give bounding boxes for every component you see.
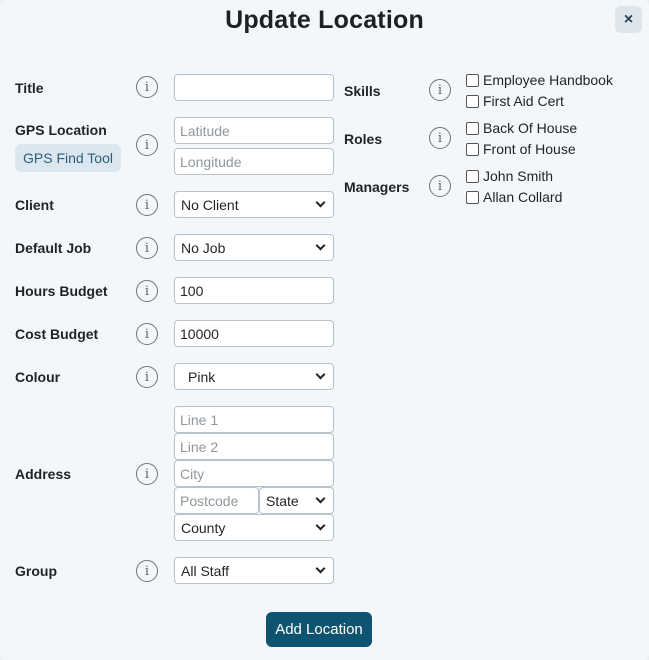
address-postcode-input[interactable] — [174, 487, 259, 514]
gps-find-tool-button[interactable]: GPS Find Tool — [15, 144, 121, 172]
address-county-select-value: County — [181, 519, 226, 536]
colour-select[interactable]: Pink — [174, 363, 334, 390]
address-label: Address — [15, 466, 72, 482]
hours-budget-label: Hours Budget — [15, 283, 108, 299]
role-option-label: Back Of House — [483, 120, 578, 136]
colour-info-icon[interactable]: i — [136, 366, 158, 388]
group-select[interactable]: All Staff — [174, 557, 334, 584]
skill-option-label: Employee Handbook — [483, 72, 613, 88]
managers-info-icon[interactable]: i — [429, 175, 451, 197]
address-line2-input[interactable] — [174, 433, 334, 460]
skills-info-icon[interactable]: i — [429, 79, 451, 101]
hours-budget-info-icon[interactable]: i — [136, 280, 158, 302]
group-info-icon[interactable]: i — [136, 560, 158, 582]
client-select[interactable]: No Client — [174, 191, 334, 218]
managers-label: Managers — [344, 179, 410, 195]
manager-option-label: John Smith — [483, 168, 554, 184]
modal-title: Update Location — [225, 6, 424, 34]
skills-label: Skills — [344, 83, 381, 99]
close-icon: × — [623, 10, 634, 28]
colour-label: Colour — [15, 369, 61, 385]
role-option[interactable]: Front of House — [466, 141, 576, 157]
chevron-down-icon — [315, 563, 326, 574]
gps-location-label: GPS Location — [15, 122, 107, 138]
chevron-down-icon — [315, 197, 326, 208]
client-select-value: No Client — [181, 196, 239, 213]
checkbox[interactable] — [466, 121, 479, 135]
address-state-select[interactable]: State — [259, 487, 334, 514]
default-job-select-value: No Job — [181, 239, 226, 256]
skill-option[interactable]: Employee Handbook — [466, 72, 613, 88]
hours-budget-input[interactable] — [174, 277, 334, 304]
cost-budget-input[interactable] — [174, 320, 334, 347]
chevron-down-icon — [315, 493, 326, 504]
update-location-modal: Update Location × Title i GPS Location G… — [0, 0, 649, 660]
skill-option-label: First Aid Cert — [483, 93, 564, 109]
title-info-icon[interactable]: i — [136, 76, 158, 98]
skill-option[interactable]: First Aid Cert — [466, 93, 564, 109]
cost-budget-label: Cost Budget — [15, 326, 99, 342]
gps-info-icon[interactable]: i — [136, 134, 158, 156]
add-location-button[interactable]: Add Location — [266, 612, 372, 647]
client-label: Client — [15, 197, 54, 213]
role-option-label: Front of House — [483, 141, 576, 157]
group-select-value: All Staff — [181, 562, 229, 579]
address-county-select[interactable]: County — [174, 514, 334, 541]
longitude-input[interactable] — [174, 148, 334, 175]
title-input[interactable] — [174, 74, 334, 101]
manager-option[interactable]: Allan Collard — [466, 189, 562, 205]
checkbox[interactable] — [466, 73, 479, 87]
default-job-info-icon[interactable]: i — [136, 237, 158, 259]
address-info-icon[interactable]: i — [136, 463, 158, 485]
default-job-select[interactable]: No Job — [174, 234, 334, 261]
default-job-label: Default Job — [15, 240, 92, 256]
latitude-input[interactable] — [174, 117, 334, 144]
group-label: Group — [15, 563, 57, 579]
checkbox[interactable] — [466, 142, 479, 156]
checkbox[interactable] — [466, 169, 479, 183]
colour-select-value: Pink — [188, 368, 216, 385]
chevron-down-icon — [315, 240, 326, 251]
address-line1-input[interactable] — [174, 406, 334, 433]
role-option[interactable]: Back Of House — [466, 120, 577, 136]
roles-label: Roles — [344, 131, 383, 147]
cost-budget-info-icon[interactable]: i — [136, 323, 158, 345]
chevron-down-icon — [315, 369, 326, 380]
checkbox[interactable] — [466, 94, 479, 108]
close-button[interactable]: × — [615, 6, 642, 33]
address-city-input[interactable] — [174, 460, 334, 487]
title-label: Title — [15, 80, 44, 96]
checkbox[interactable] — [466, 190, 479, 204]
chevron-down-icon — [315, 520, 326, 531]
roles-info-icon[interactable]: i — [429, 127, 451, 149]
address-state-select-value: State — [266, 492, 299, 509]
client-info-icon[interactable]: i — [136, 194, 158, 216]
manager-option-label: Allan Collard — [483, 189, 563, 205]
manager-option[interactable]: John Smith — [466, 168, 553, 184]
